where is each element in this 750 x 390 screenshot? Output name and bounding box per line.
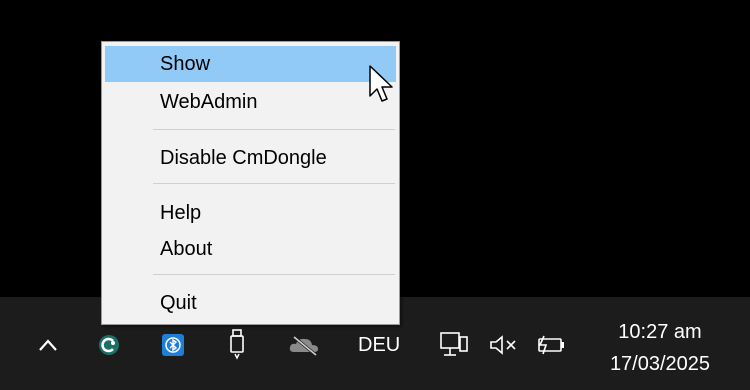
network-icon[interactable] [438, 330, 470, 360]
menu-item-show[interactable]: Show [105, 46, 396, 82]
menu-separator [153, 274, 395, 275]
codemeter-icon[interactable] [95, 331, 123, 359]
onedrive-offline-icon[interactable] [285, 332, 325, 358]
taskbar-clock[interactable]: 10:27 am 17/03/2025 [590, 316, 730, 380]
menu-item-about[interactable]: About [105, 231, 396, 267]
speaker-muted-icon[interactable] [488, 332, 520, 358]
language-indicator[interactable]: DEU [358, 334, 400, 357]
menu-separator [153, 183, 395, 184]
menu-separator [153, 129, 395, 130]
clock-date: 17/03/2025 [609, 353, 711, 375]
menu-item-quit[interactable]: Quit [105, 285, 396, 321]
menu-item-help[interactable]: Help [105, 195, 396, 231]
battery-charging-icon[interactable] [534, 332, 570, 358]
tray-context-menu: Show WebAdmin Disable CmDongle Help Abou… [101, 41, 400, 325]
clock-time: 10:27 am [618, 321, 702, 343]
usb-drive-icon[interactable] [225, 327, 249, 361]
bluetooth-icon[interactable] [159, 331, 187, 359]
chevron-up-icon[interactable] [33, 330, 63, 360]
menu-item-webadmin[interactable]: WebAdmin [105, 84, 396, 120]
menu-item-disable-cmdongle[interactable]: Disable CmDongle [105, 140, 396, 176]
mouse-cursor-icon [368, 64, 396, 111]
